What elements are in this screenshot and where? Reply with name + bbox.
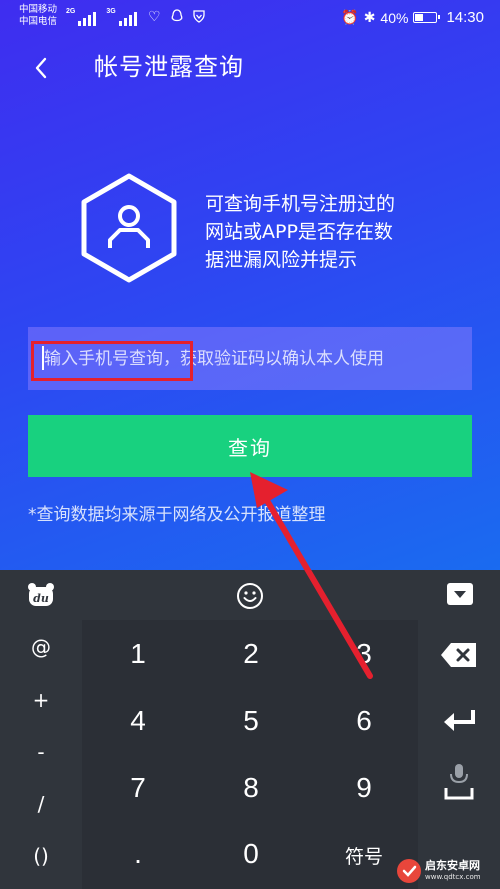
key-6[interactable]: 6 xyxy=(308,703,420,739)
watermark: 启东安卓网 www.qdtcx.com xyxy=(396,852,500,889)
bluetooth-icon: ✱ xyxy=(363,9,376,25)
net-type-1: 2G xyxy=(66,8,76,15)
alarm-icon: ⏰ xyxy=(341,9,359,25)
intro-text: 可查询手机号注册过的 网站或APP是否存在数 据泄漏风险并提示 xyxy=(205,190,445,274)
intro-line-3: 据泄漏风险并提示 xyxy=(205,249,358,271)
key-at[interactable]: @ xyxy=(0,633,82,661)
emoji-icon[interactable] xyxy=(236,582,264,610)
page-title: 帐号泄露查询 xyxy=(94,53,244,81)
disclaimer-text: *查询数据均来源于网络及公开报道整理 xyxy=(28,505,326,525)
watermark-text: 启东安卓网 www.qdtcx.com xyxy=(425,859,481,882)
screen: 中国移动 中国电信 2G 3G ♡ ⏰ ✱ 40% 14:30 帐号泄露查询 可… xyxy=(0,0,500,889)
carrier-labels: 中国移动 中国电信 xyxy=(19,4,57,28)
watermark-logo-icon xyxy=(397,858,421,883)
enter-icon[interactable] xyxy=(443,708,477,734)
key-7[interactable]: 7 xyxy=(82,770,194,806)
battery-percent: 40% xyxy=(380,9,409,26)
clock: 14:30 xyxy=(446,9,484,26)
key-5[interactable]: 5 xyxy=(195,703,307,739)
top-area xyxy=(0,0,500,570)
hexagon-user-icon xyxy=(81,173,177,283)
shield-icon xyxy=(192,9,206,25)
watermark-name: 启东安卓网 xyxy=(425,859,480,872)
key-1[interactable]: 1 xyxy=(82,636,194,672)
key-2[interactable]: 2 xyxy=(195,636,307,672)
qq-icon xyxy=(170,9,184,25)
keyboard-toolbar: du xyxy=(0,570,500,620)
carrier-2: 中国电信 xyxy=(19,16,58,27)
heart-rate-icon: ♡ xyxy=(148,8,161,24)
signal-icon: 2G 3G xyxy=(66,8,137,26)
backspace-icon[interactable] xyxy=(440,642,478,668)
keyboard-collapse-icon[interactable] xyxy=(446,582,474,606)
battery-icon xyxy=(413,12,441,23)
status-right: ⏰ ✱ 40% 14:30 xyxy=(341,9,484,26)
key-4[interactable]: 4 xyxy=(82,703,194,739)
key-plus[interactable]: + xyxy=(0,686,82,714)
du-logo-icon[interactable]: du xyxy=(27,582,55,608)
intro-line-1: 可查询手机号注册过的 xyxy=(205,193,396,215)
key-parentheses[interactable]: () xyxy=(0,842,82,870)
key-3[interactable]: 3 xyxy=(308,636,420,672)
key-0[interactable]: 0 xyxy=(195,836,307,872)
watermark-url: www.qdtcx.com xyxy=(425,873,481,881)
carrier-1: 中国移动 xyxy=(19,4,58,15)
function-column xyxy=(418,620,500,889)
key-minus[interactable]: - xyxy=(0,738,82,766)
back-icon[interactable] xyxy=(30,54,54,82)
annotation-highlight-box xyxy=(31,341,193,381)
microphone-icon[interactable] xyxy=(444,762,474,802)
query-button[interactable]: 查询 xyxy=(28,415,472,477)
key-9[interactable]: 9 xyxy=(308,770,420,806)
svg-text:du: du xyxy=(33,592,49,605)
status-bar: 中国移动 中国电信 2G 3G ♡ ⏰ ✱ 40% 14:30 xyxy=(0,0,500,34)
key-8[interactable]: 8 xyxy=(195,770,307,806)
key-slash[interactable]: / xyxy=(0,790,82,818)
net-type-2: 3G xyxy=(106,8,116,15)
symbol-column: @ + - / () xyxy=(0,620,82,889)
key-dot[interactable]: . xyxy=(82,836,194,872)
intro-line-2: 网站或APP是否存在数 xyxy=(205,221,393,243)
numeric-keyboard: du @ + - / () 1 2 3 4 5 6 7 8 9 . 0 符号 xyxy=(0,570,500,889)
